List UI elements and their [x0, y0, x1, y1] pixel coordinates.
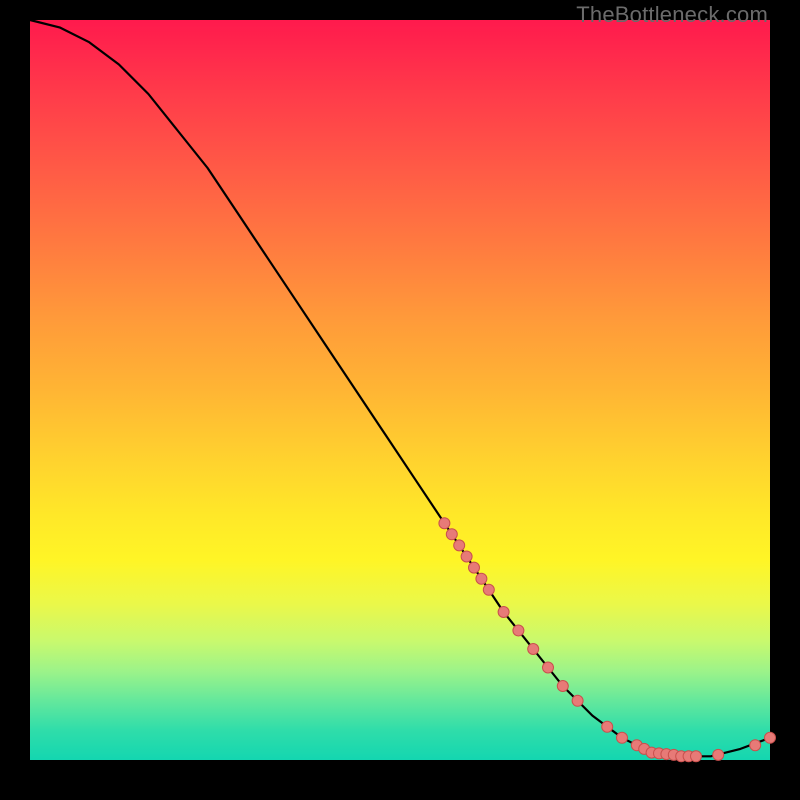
- plot-area: [30, 20, 770, 760]
- curve-line: [30, 20, 770, 756]
- data-point: [713, 749, 724, 760]
- data-point: [498, 607, 509, 618]
- curve-markers: [439, 518, 776, 762]
- data-point: [765, 732, 776, 743]
- data-point: [543, 662, 554, 673]
- data-point: [476, 573, 487, 584]
- data-point: [691, 751, 702, 762]
- data-point: [454, 540, 465, 551]
- data-point: [602, 721, 613, 732]
- data-point: [513, 625, 524, 636]
- chart-frame: TheBottleneck.com: [0, 0, 800, 800]
- data-point: [572, 695, 583, 706]
- data-point: [439, 518, 450, 529]
- data-point: [557, 681, 568, 692]
- data-point: [469, 562, 480, 573]
- watermark-text: TheBottleneck.com: [576, 2, 768, 28]
- chart-svg: [30, 20, 770, 760]
- data-point: [483, 584, 494, 595]
- data-point: [750, 740, 761, 751]
- data-point: [446, 529, 457, 540]
- data-point: [617, 732, 628, 743]
- data-point: [528, 644, 539, 655]
- data-point: [461, 551, 472, 562]
